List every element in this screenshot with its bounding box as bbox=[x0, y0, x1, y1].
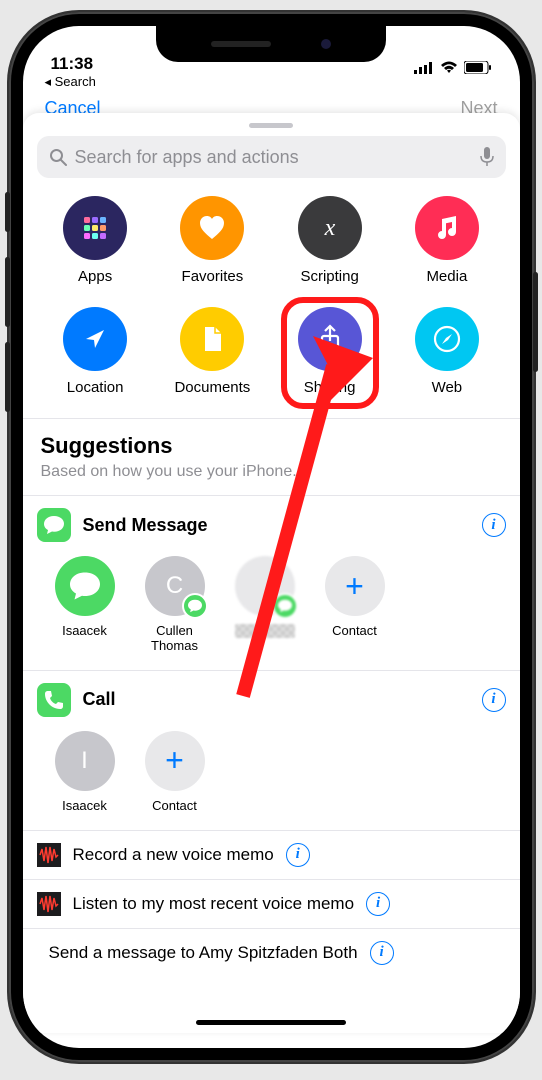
back-to-search[interactable]: ◂ Search bbox=[23, 74, 520, 90]
voicememo-icon bbox=[37, 843, 61, 867]
suggestion-label: Listen to my most recent voice memo bbox=[73, 894, 355, 914]
contact-name: Isaacek bbox=[62, 624, 107, 639]
search-icon bbox=[49, 148, 67, 166]
messages-icon bbox=[55, 556, 115, 616]
category-scripting[interactable]: x Scripting bbox=[271, 196, 388, 285]
contact-contact[interactable]: + Contact bbox=[319, 556, 391, 654]
home-indicator[interactable] bbox=[196, 1020, 346, 1025]
search-input[interactable] bbox=[75, 147, 472, 168]
category-documents[interactable]: Documents bbox=[154, 307, 271, 396]
contact-contact[interactable]: + Contact bbox=[139, 731, 211, 814]
category-label: Sharing bbox=[304, 379, 356, 396]
info-icon[interactable]: i bbox=[482, 513, 506, 537]
contact-name: Cullen Thomas bbox=[139, 624, 211, 654]
category-sharing[interactable]: Sharing bbox=[271, 307, 388, 396]
suggestions-title: Suggestions bbox=[41, 433, 502, 459]
suggestion-label: Send a message to Amy Spitzfaden Both bbox=[49, 943, 358, 963]
contact-name bbox=[235, 624, 295, 642]
send-message-row[interactable]: Send Message i bbox=[23, 496, 520, 550]
blurred-avatar bbox=[235, 556, 295, 616]
signal-icon bbox=[414, 62, 434, 74]
category-label: Scripting bbox=[300, 268, 358, 285]
category-apps[interactable]: Apps bbox=[37, 196, 154, 285]
info-icon[interactable]: i bbox=[482, 688, 506, 712]
voicememo-icon bbox=[37, 892, 61, 916]
contact-cullen-thomas[interactable]: C Cullen Thomas bbox=[139, 556, 211, 654]
suggestion-item[interactable]: Record a new voice memo i bbox=[23, 830, 520, 879]
contact-isaacek[interactable]: Isaacek bbox=[49, 556, 121, 654]
info-icon[interactable]: i bbox=[370, 941, 394, 965]
category-web[interactable]: Web bbox=[388, 307, 505, 396]
category-label: Apps bbox=[78, 268, 112, 285]
call-title: Call bbox=[83, 689, 470, 710]
suggestion-item[interactable]: Listen to my most recent voice memo i bbox=[23, 879, 520, 928]
status-time: 11:38 bbox=[51, 54, 94, 74]
send-message-title: Send Message bbox=[83, 515, 470, 536]
category-label: Location bbox=[67, 379, 124, 396]
messages-app-icon bbox=[37, 508, 71, 542]
contact-isaacek[interactable]: I Isaacek bbox=[49, 731, 121, 814]
suggestion-item[interactable]: Send a message to Amy Spitzfaden Both i bbox=[23, 928, 520, 977]
navigate-icon bbox=[63, 307, 127, 371]
info-icon[interactable]: i bbox=[366, 892, 390, 916]
battery-icon bbox=[464, 61, 492, 74]
sheet-grabber[interactable] bbox=[249, 123, 293, 128]
contact-avatar: C bbox=[145, 556, 205, 616]
contact-avatar: I bbox=[55, 731, 115, 791]
phone-app-icon bbox=[37, 683, 71, 717]
action-sheet: Apps Favorites x Scripting Media Location Docu… bbox=[23, 113, 520, 1033]
wifi-icon bbox=[440, 61, 458, 74]
apps-icon bbox=[63, 196, 127, 260]
contact-name: Isaacek bbox=[62, 799, 107, 814]
category-label: Media bbox=[426, 268, 467, 285]
suggestions-header: Suggestions Based on how you use your iP… bbox=[23, 419, 520, 483]
heart-icon bbox=[180, 196, 244, 260]
info-icon[interactable]: i bbox=[286, 843, 310, 867]
doc-icon bbox=[180, 307, 244, 371]
call-row[interactable]: Call i bbox=[23, 671, 520, 725]
search-field[interactable] bbox=[37, 136, 506, 178]
category-favorites[interactable]: Favorites bbox=[154, 196, 271, 285]
fx-icon: x bbox=[298, 196, 362, 260]
contact-name: Contact bbox=[152, 799, 197, 814]
category-label: Web bbox=[432, 379, 463, 396]
category-label: Documents bbox=[174, 379, 250, 396]
category-location[interactable]: Location bbox=[37, 307, 154, 396]
contact-blurred[interactable] bbox=[229, 556, 301, 654]
suggestion-label: Record a new voice memo bbox=[73, 845, 274, 865]
share-icon bbox=[298, 307, 362, 371]
category-label: Favorites bbox=[182, 268, 244, 285]
add-contact-icon: + bbox=[145, 731, 205, 791]
music-icon bbox=[415, 196, 479, 260]
suggestions-subtitle: Based on how you use your iPhone. bbox=[41, 463, 502, 481]
compass-icon bbox=[415, 307, 479, 371]
category-media[interactable]: Media bbox=[388, 196, 505, 285]
contact-name: Contact bbox=[332, 624, 377, 639]
mic-icon[interactable] bbox=[480, 147, 494, 167]
add-contact-icon: + bbox=[325, 556, 385, 616]
svg-text:x: x bbox=[323, 215, 335, 241]
